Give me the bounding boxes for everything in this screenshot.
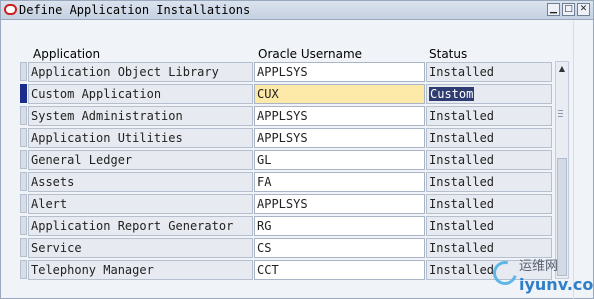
row-marker-current[interactable] [20, 84, 27, 103]
application-cell[interactable]: Telephony Manager [28, 260, 253, 280]
site-watermark: 运维网 iyunv.com [488, 255, 594, 295]
maximize-icon[interactable]: □ [562, 3, 575, 16]
row-marker[interactable] [20, 150, 27, 169]
watermark-line2: iyunv.com [519, 275, 594, 294]
application-cell[interactable]: Application Report Generator [28, 216, 253, 236]
header-oracle-username: Oracle Username [258, 47, 363, 61]
status-cell[interactable]: Installed [426, 62, 552, 82]
grip-line [558, 113, 563, 114]
status-cell[interactable]: Custom [426, 84, 552, 104]
oracle-username-field[interactable]: RG [254, 216, 425, 236]
grip-line [558, 110, 563, 111]
header-status: Status [429, 47, 468, 61]
oracle-username-field[interactable]: CS [254, 238, 425, 258]
watermark-logo-icon [488, 256, 522, 290]
application-cell[interactable]: Custom Application [28, 84, 253, 104]
header-application: Application [33, 47, 101, 61]
close-icon[interactable]: ✕ [577, 3, 590, 16]
row-marker[interactable] [20, 260, 27, 279]
table-row: Assets FA Installed [1, 171, 561, 193]
status-cell[interactable]: Installed [426, 216, 552, 236]
table-row: Alert APPLSYS Installed [1, 193, 561, 215]
table-row: Application Utilities APPLSYS Installed [1, 127, 561, 149]
application-cell[interactable]: System Administration [28, 106, 253, 126]
oracle-username-field[interactable]: APPLSYS [254, 106, 425, 126]
oracle-username-field[interactable]: APPLSYS [254, 62, 425, 82]
title-bar: Define Application Installations ▁ □ ✕ [1, 1, 593, 20]
oracle-username-field[interactable]: APPLSYS [254, 128, 425, 148]
grip-line [558, 116, 563, 117]
row-marker[interactable] [20, 128, 27, 147]
row-marker[interactable] [20, 216, 27, 235]
application-cell[interactable]: Application Object Library [28, 62, 253, 82]
application-cell[interactable]: Alert [28, 194, 253, 214]
scroll-up-arrow-icon[interactable]: ▲ [557, 64, 567, 74]
status-cell[interactable]: Installed [426, 150, 552, 170]
oracle-app-icon [4, 4, 17, 15]
application-cell[interactable]: Application Utilities [28, 128, 253, 148]
table-row: Application Report Generator RG Installe… [1, 215, 561, 237]
define-application-installations-window: Define Application Installations ▁ □ ✕ A… [0, 0, 594, 299]
application-cell[interactable]: Service [28, 238, 253, 258]
table-row: Custom Application CUX Custom [1, 83, 561, 105]
row-marker[interactable] [20, 172, 27, 191]
table-row: System Administration APPLSYS Installed [1, 105, 561, 127]
application-cell[interactable]: General Ledger [28, 150, 253, 170]
oracle-username-field[interactable]: GL [254, 150, 425, 170]
table-row: General Ledger GL Installed [1, 149, 561, 171]
window-title: Define Application Installations [19, 3, 251, 17]
application-cell[interactable]: Assets [28, 172, 253, 192]
status-selected-text: Custom [429, 87, 475, 101]
watermark-line1: 运维网 [519, 259, 559, 274]
oracle-username-field[interactable]: CCT [254, 260, 425, 280]
status-cell[interactable]: Installed [426, 128, 552, 148]
oracle-username-field[interactable]: CUX [254, 84, 425, 104]
table-row: Telephony Manager CCT Installed [1, 259, 561, 281]
status-cell[interactable]: Installed [426, 194, 552, 214]
row-marker[interactable] [20, 106, 27, 125]
row-marker[interactable] [20, 238, 27, 257]
table-row: Service CS Installed [1, 237, 561, 259]
row-marker[interactable] [20, 194, 27, 213]
vertical-scrollbar[interactable]: ▲ [555, 61, 569, 279]
status-cell[interactable]: Installed [426, 106, 552, 126]
status-cell[interactable]: Installed [426, 172, 552, 192]
table-row: Application Object Library APPLSYS Insta… [1, 61, 561, 83]
minimize-icon[interactable]: ▁ [547, 3, 560, 16]
oracle-username-field[interactable]: FA [254, 172, 425, 192]
row-marker[interactable] [20, 62, 27, 81]
oracle-username-field[interactable]: APPLSYS [254, 194, 425, 214]
